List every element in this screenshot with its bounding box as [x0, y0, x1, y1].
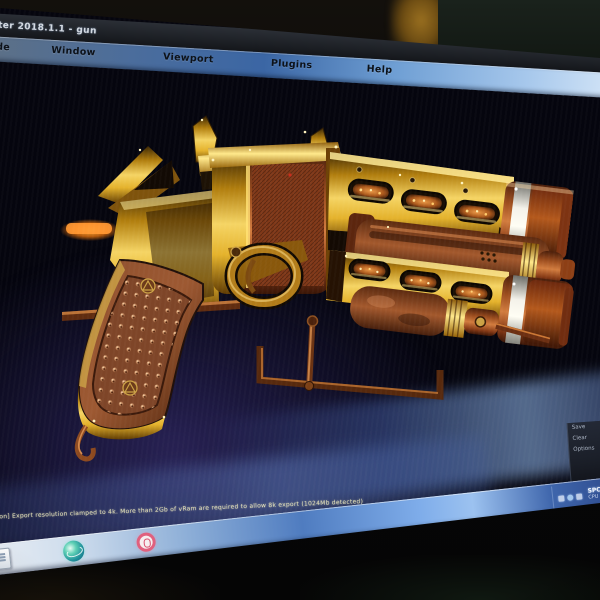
side-panel-item-save[interactable]: Save — [572, 423, 600, 431]
side-panel-item-clear[interactable]: Clear — [572, 434, 600, 442]
desk-shadow-green — [300, 555, 600, 600]
menu-item-help[interactable]: Help — [366, 64, 392, 77]
tray-icon[interactable] — [567, 494, 574, 501]
media-app-icon[interactable] — [136, 532, 157, 553]
menu-item-window[interactable]: Window — [51, 45, 96, 59]
photo-of-monitor: nter 2018.1.1 - gun ode Window Viewport … — [0, 0, 600, 600]
browser-globe-icon[interactable] — [62, 539, 85, 562]
file-icon[interactable] — [0, 547, 12, 570]
monitor-screen: nter 2018.1.1 - gun ode Window Viewport … — [0, 0, 600, 600]
tray-icon[interactable] — [576, 493, 583, 500]
menu-item-viewport[interactable]: Viewport — [163, 51, 214, 65]
tray-line2: CPU — [588, 494, 600, 501]
menu-item-plugins[interactable]: Plugins — [271, 58, 313, 71]
window-title: nter 2018.1.1 - gun — [0, 20, 97, 36]
side-panel-item-options[interactable]: Options — [573, 445, 600, 453]
menu-item-mode[interactable]: ode — [0, 41, 10, 53]
tray-text: SPC CPU — [587, 487, 600, 501]
tray-icon[interactable] — [558, 495, 565, 502]
